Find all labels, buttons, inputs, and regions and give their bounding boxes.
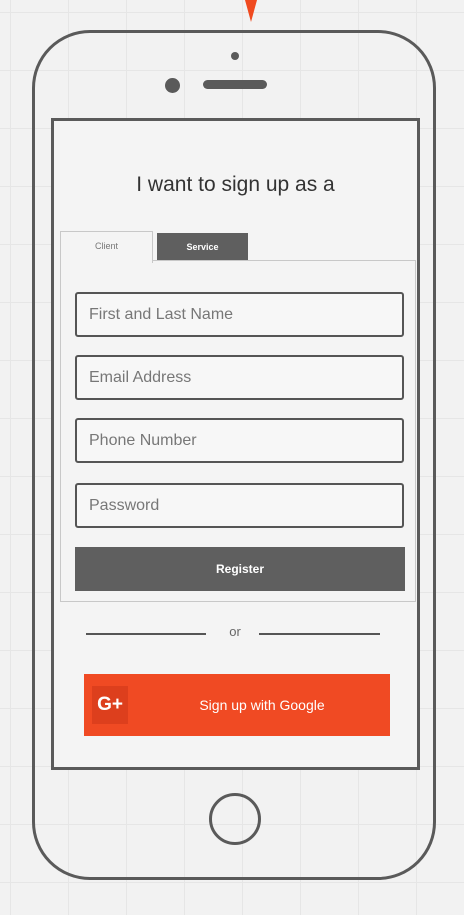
divider-line-right [259,633,380,635]
page-title: I want to sign up as a [136,173,335,196]
wireframe-canvas: I want to sign up as a Client Service Re… [0,0,464,915]
home-button[interactable] [209,793,261,845]
phone-screen: I want to sign up as a Client Service Re… [51,118,420,770]
email-field[interactable] [75,355,404,400]
google-signup-label: Sign up with Google [199,697,325,713]
password-field[interactable] [75,483,404,528]
name-field[interactable] [75,292,404,337]
google-plus-icon: G+ [92,686,128,724]
sensor-dot [231,52,239,60]
front-camera [165,78,180,93]
tab-client[interactable]: Client [60,231,153,263]
position-marker-icon [245,0,257,22]
register-button[interactable]: Register [75,547,405,591]
divider-or-text: or [229,624,241,639]
signup-form-panel: Register [60,260,416,602]
google-signup-button[interactable]: G+ Sign up with Google [84,674,390,736]
tab-service[interactable]: Service [157,233,248,261]
earpiece-speaker [203,80,267,89]
phone-field[interactable] [75,418,404,463]
divider-line-left [86,633,206,635]
